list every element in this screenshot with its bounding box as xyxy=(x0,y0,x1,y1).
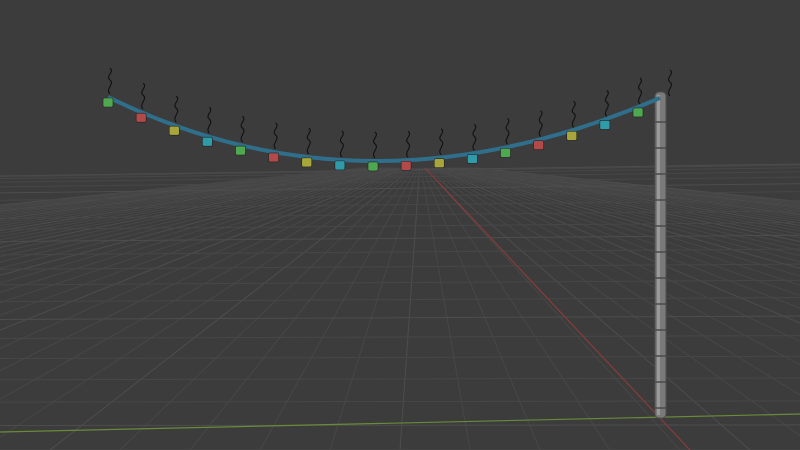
light-bulb[interactable] xyxy=(400,160,412,171)
smoke-wisp xyxy=(108,67,112,95)
light-bulb[interactable] xyxy=(566,131,578,141)
light-bulb[interactable] xyxy=(599,120,611,130)
light-bulb[interactable] xyxy=(467,154,478,164)
light-bulb[interactable] xyxy=(632,107,644,118)
grid-line xyxy=(189,167,416,450)
viewport-canvas[interactable] xyxy=(0,0,800,450)
grid-line xyxy=(0,167,377,218)
grid-line xyxy=(0,167,406,331)
light-bulb[interactable] xyxy=(235,145,246,156)
grid-line xyxy=(329,167,419,450)
grid-line xyxy=(0,315,800,320)
smoke-wisp xyxy=(240,115,245,143)
floor-grid xyxy=(0,163,800,450)
grid-line xyxy=(0,167,402,293)
grid-line xyxy=(0,167,398,269)
grid-line xyxy=(462,167,800,214)
smoke-wisp xyxy=(141,82,146,110)
grid-line xyxy=(465,167,800,211)
grid-line xyxy=(0,400,800,403)
smoke-wisp xyxy=(439,128,444,156)
light-bulb[interactable] xyxy=(168,125,180,136)
grid-line xyxy=(464,167,800,213)
grid-line xyxy=(0,377,800,381)
light-bulb[interactable] xyxy=(202,136,213,147)
grid-line xyxy=(461,167,800,216)
grid-line xyxy=(119,167,415,450)
smoke-wisp xyxy=(604,90,609,117)
grid-line xyxy=(259,167,418,450)
grid-line xyxy=(469,167,800,207)
light-bulb[interactable] xyxy=(301,157,313,168)
smoke-wisp xyxy=(505,117,510,145)
light-bulb[interactable] xyxy=(334,160,346,171)
grid-line xyxy=(423,167,611,450)
grid-line xyxy=(471,167,800,206)
grid-line xyxy=(0,355,800,360)
light-bulb[interactable] xyxy=(500,148,511,158)
smoke-wisp xyxy=(571,100,576,128)
smoke-wisp xyxy=(174,95,179,123)
smoke-wisp xyxy=(638,77,642,105)
grid-line xyxy=(0,167,396,263)
light-bulb[interactable] xyxy=(433,158,445,168)
smoke-wisp xyxy=(668,69,672,97)
grid-line xyxy=(0,335,800,339)
grid-line xyxy=(0,263,800,270)
grid-line xyxy=(0,167,401,284)
grid-line xyxy=(0,424,800,426)
light-bulb[interactable] xyxy=(268,152,279,163)
grid-line xyxy=(468,167,800,208)
smoke-wisp xyxy=(306,127,311,155)
light-bulb[interactable] xyxy=(102,97,114,108)
grid-line xyxy=(424,167,681,450)
light-bulb[interactable] xyxy=(533,140,544,150)
smoke-wisp xyxy=(472,123,477,151)
smoke-wisp xyxy=(406,130,411,158)
utility-pole[interactable] xyxy=(654,91,667,419)
grid-line xyxy=(0,163,800,177)
light-bulb[interactable] xyxy=(135,112,147,123)
grid-line xyxy=(0,167,403,304)
pole-shaft xyxy=(654,91,667,419)
light-bulb[interactable] xyxy=(367,161,379,172)
3d-viewport[interactable] xyxy=(0,0,800,450)
smoke-wisp xyxy=(207,106,212,134)
smoke-wisp xyxy=(273,122,278,150)
smoke-wisp xyxy=(339,130,344,158)
grid-line xyxy=(420,167,471,450)
pole-highlight xyxy=(657,95,660,415)
y-axis-line xyxy=(0,413,800,433)
grid-line xyxy=(426,167,751,450)
string-lights[interactable] xyxy=(102,67,672,172)
grid-line xyxy=(399,167,421,450)
smoke-wisp xyxy=(538,110,543,138)
light-string-wire[interactable] xyxy=(107,95,661,163)
smoke-wisp xyxy=(373,131,377,159)
